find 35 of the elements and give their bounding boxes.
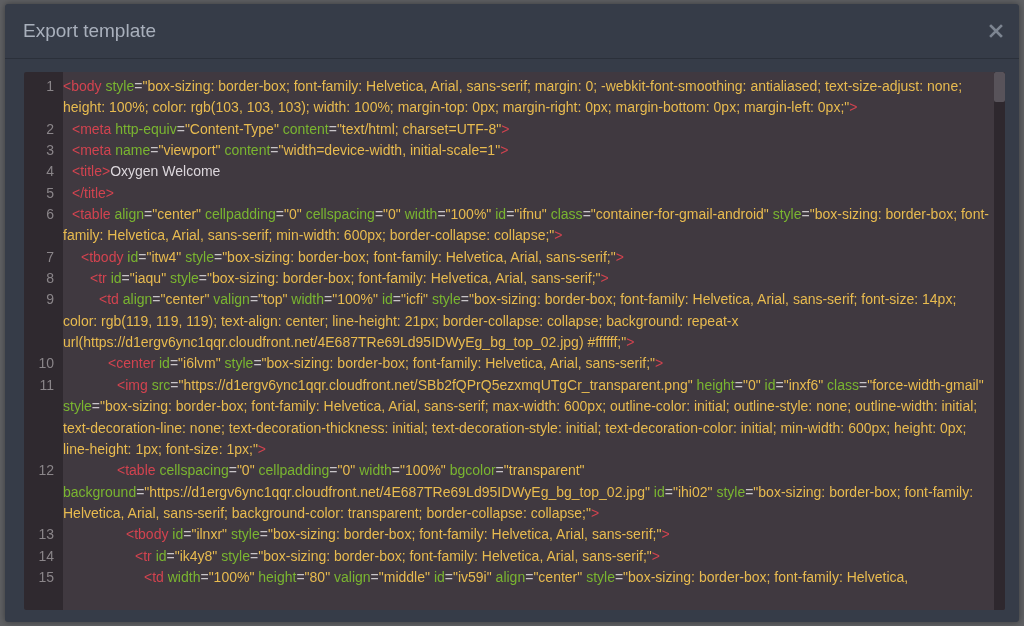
line-number: 7 xyxy=(45,247,55,267)
dialog-title: Export template xyxy=(23,20,157,42)
code-line: <tr id="ik4y8" style="box-sizing: border-box; font-family: Helvetica, Arial, sans-serif;"> xyxy=(134,546,661,566)
code-line: <title>Oxygen Welcome xyxy=(71,162,222,182)
code-line: <body style="box-sizing: border-box; font-family: Helvetica, Arial, sans-serif; margin: 0; -webkit-font-smoothing: antialiased; text-size-adjust: none; height: 100%; color: rgb(103, 103, 103); width: 100%; margin-top: 0px; margin-right: 0px; margin-bottom: 0px; margin-left: 0px;"> xyxy=(63,77,964,118)
line-number: 5 xyxy=(45,183,55,203)
line-number: 12 xyxy=(37,461,55,481)
scrollbar-thumb[interactable] xyxy=(994,72,1005,102)
line-number: 2 xyxy=(45,119,55,139)
line-number: 11 xyxy=(38,375,55,395)
close-button[interactable] xyxy=(987,22,1005,40)
line-number: 3 xyxy=(45,141,55,161)
line-number: 10 xyxy=(37,354,55,374)
code-line: <table cellspacing="0" cellpadding="0" width="100%" bgcolor="transparent" background="https://d1ergv6ync1qqr.cloudfront.net/4E687TRe69Ld95IDWyEg_bg_top_02.jpg" id="ihi02" style="box-sizing: border-box; font-family: Helvetica, Arial, sans-serif; background-color: transparent; border-collapse: collapse;"> xyxy=(63,461,975,523)
line-number: 6 xyxy=(45,205,55,225)
code-line: <tbody id="ilnxr" style="box-sizing: border-box; font-family: Helvetica, Arial, sans-serif;"> xyxy=(125,525,671,545)
line-number: 8 xyxy=(45,269,55,289)
code-line: <table align="center" cellpadding="0" cellspacing="0" width="100%" id="ifnu" class="container-for-gmail-android" style="box-sizing: border-box; font-family: Helvetica, Arial, sans-serif; min-width: 600px; border-collapse: collapse;"> xyxy=(63,205,990,246)
code-editor[interactable] xyxy=(24,72,1005,610)
line-number: 13 xyxy=(37,525,55,545)
code-line: <td width="100%" height="80" valign="middle" id="iv59i" align="center" style="box-sizing: border-box; font-family: Helvetica, xyxy=(143,567,910,587)
line-number: 9 xyxy=(45,290,55,310)
code-line: <meta name="viewport" content="width=device-width, initial-scale=1"> xyxy=(71,141,510,161)
line-number: 1 xyxy=(45,77,55,96)
code-line: <td align="center" valign="top" width="100%" id="icfi" style="box-sizing: border-box; font-family: Helvetica, Arial, sans-serif; font-size: 14px; color: rgb(119, 119, 119); text-align: center; line-height: 21px; border-collapse: collapse; background: repeat-x url(https://d1ergv6ync1qqr.cloudfront.net/4E687TRe69Ld95IDWyEg_bg_top_02.jpg) #ffffff;"> xyxy=(63,290,958,353)
code-line: <img src="https://d1ergv6ync1qqr.cloudfront.net/SBb2fQPrQ5ezxmqUTgCr_transparent.png" height="0" id="inxf6" class="force-width-gmail" style="box-sizing: border-box; font-family: Helvetica, Arial, sans-serif; max-width: 600px; outline-color: initial; outline-style: none; outline-width: initial; text-decoration-line: none; text-decoration-thickness: initial; text-decoration-style: initial; text-decoration-color: initial; min-width: 600px; height: 0px; line-height: 1px; font-size: 1px;"> xyxy=(63,375,985,459)
line-number: 14 xyxy=(37,546,55,566)
code-line: <tbody id="itw4" style="box-sizing: border-box; font-family: Helvetica, Arial, sans-serif;"> xyxy=(80,247,625,267)
scrollbar[interactable] xyxy=(994,72,1005,610)
code-line: </title> xyxy=(71,183,116,203)
code-line: <meta http-equiv="Content-Type" content="text/html; charset=UTF-8"> xyxy=(71,119,511,139)
code-line: <center id="i6lvm" style="box-sizing: border-box; font-family: Helvetica, Arial, sans-serif;"> xyxy=(107,354,665,374)
line-number: 15 xyxy=(37,567,55,587)
code-line: <tr id="iaqu" style="box-sizing: border-box; font-family: Helvetica, Arial, sans-serif;"> xyxy=(89,269,610,289)
line-number: 4 xyxy=(45,162,55,182)
